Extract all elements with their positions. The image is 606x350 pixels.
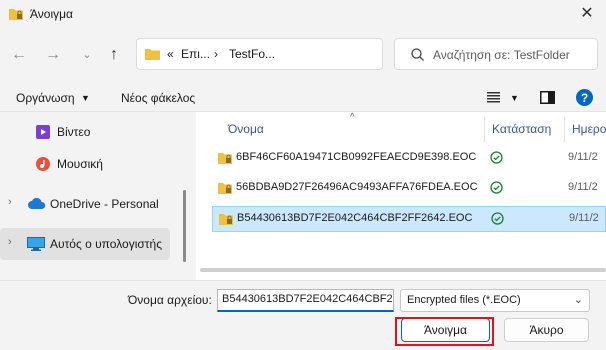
sidebar-item-this-pc[interactable]: › Αυτός ο υπολογιστής — [0, 228, 170, 260]
horizontal-scrollbar[interactable] — [200, 268, 606, 272]
file-date: 9/11/2 — [568, 181, 598, 193]
video-icon — [36, 125, 50, 139]
file-date: 9/11/2 — [568, 151, 598, 163]
dialog-footer: Όνομα αρχείου: B54430613BD7F2E042C464CBF… — [0, 280, 606, 350]
sidebar-item-music[interactable]: Μουσική — [0, 148, 170, 180]
search-icon — [411, 48, 424, 61]
sidebar-item-label: OneDrive - Personal — [50, 197, 159, 211]
sync-ok-icon — [490, 151, 503, 164]
address-bar[interactable]: « Επι... › TestFo... — [136, 38, 383, 70]
title-bar: Άνοιγμα ✕ — [0, 0, 606, 30]
sort-up-icon: ^ — [350, 112, 355, 123]
svg-text:?: ? — [581, 91, 588, 105]
search-box[interactable]: Αναζήτηση σε: TestFolder — [394, 38, 598, 70]
filetype-select[interactable]: Encrypted files (*.EOC) ⌄ — [400, 289, 590, 312]
cloud-icon — [28, 198, 46, 209]
folder-lock-icon — [218, 183, 232, 194]
filename-input[interactable]: B54430613BD7F2E042C464CBF2FF2642.EOC — [217, 289, 394, 312]
organize-menu[interactable]: Οργάνωση — [16, 91, 75, 105]
forward-arrow-icon[interactable]: → — [42, 44, 64, 66]
chevron-down-icon[interactable]: ▼ — [81, 93, 90, 103]
file-row-selected[interactable]: B54430613BD7F2E042C464CBF2FF2642.EOC 9/1… — [212, 206, 606, 232]
breadcrumb-item[interactable]: TestFo... — [229, 47, 275, 61]
open-button-highlight — [395, 317, 494, 346]
sidebar-item-label: Βίντεο — [57, 125, 91, 139]
file-name: 6BF46CF60A19471CB0992FEAECD9E398.EOC — [236, 151, 477, 163]
sync-ok-icon — [490, 181, 503, 194]
filetype-value: Encrypted files (*.EOC) — [407, 294, 521, 306]
window-title: Άνοιγμα — [30, 7, 73, 21]
help-icon[interactable]: ? — [576, 89, 593, 106]
folder-icon — [145, 49, 160, 60]
sidebar-item-label: Αυτός ο υπολογιστής — [50, 237, 162, 251]
back-arrow-icon[interactable]: ← — [8, 44, 30, 66]
file-row[interactable]: 6BF46CF60A19471CB0992FEAECD9E398.EOC 9/1… — [212, 145, 606, 171]
up-arrow-icon[interactable]: ↑ — [103, 44, 125, 66]
file-row[interactable]: 56BDBA9D27F26496AC9493AFFA76FDEA.EOC 9/1… — [212, 175, 606, 201]
column-header-status[interactable]: Κατάσταση — [492, 122, 551, 136]
file-list: ^ Όνομα Κατάσταση Ημερο 6BF46CF60A19471C… — [196, 112, 606, 280]
chevron-right-icon[interactable]: › — [8, 236, 12, 248]
close-button[interactable]: ✕ — [575, 3, 599, 25]
new-folder-button[interactable]: Νέος φάκελος — [121, 91, 195, 105]
cancel-button[interactable]: Άκυρο — [504, 318, 589, 342]
chevron-down-icon: ⌄ — [573, 294, 583, 306]
pc-icon — [27, 237, 45, 251]
sidebar-scrollbar[interactable] — [183, 190, 186, 262]
file-name: B54430613BD7F2E042C464CBF2FF2642.EOC — [237, 212, 473, 224]
preview-pane-icon[interactable] — [540, 91, 555, 104]
sidebar-item-videos[interactable]: Βίντεο — [0, 116, 170, 148]
breadcrumb-item[interactable]: Επι... — [181, 47, 210, 61]
chevron-right-icon[interactable]: › — [8, 196, 12, 208]
folder-lock-icon — [218, 153, 232, 164]
sidebar-item-onedrive[interactable]: › OneDrive - Personal — [0, 188, 170, 220]
chevron-down-icon[interactable]: ⌄ — [76, 44, 98, 66]
column-header-date[interactable]: Ημερο — [572, 122, 606, 136]
view-list-icon[interactable] — [487, 92, 500, 103]
breadcrumb-separator: › — [214, 47, 218, 61]
sync-ok-icon — [491, 212, 504, 225]
chevron-down-icon[interactable]: ▼ — [510, 93, 519, 103]
file-name: 56BDBA9D27F26496AC9493AFFA76FDEA.EOC — [236, 181, 478, 193]
file-date: 9/11/2 — [569, 212, 599, 224]
column-divider[interactable] — [484, 118, 485, 142]
music-icon — [36, 157, 50, 171]
search-input[interactable]: Αναζήτηση σε: TestFolder — [433, 48, 570, 62]
filename-label: Όνομα αρχείου: — [128, 293, 212, 307]
column-header-name[interactable]: Όνομα — [228, 122, 264, 136]
breadcrumb-overflow[interactable]: « — [167, 47, 174, 61]
sidebar-item-label: Μουσική — [57, 157, 103, 171]
folder-lock-icon — [9, 9, 23, 20]
navigation-pane: Βίντεο Μουσική › OneDrive - Personal › Α… — [0, 112, 180, 280]
column-divider[interactable] — [564, 118, 565, 142]
folder-lock-icon — [219, 214, 233, 225]
